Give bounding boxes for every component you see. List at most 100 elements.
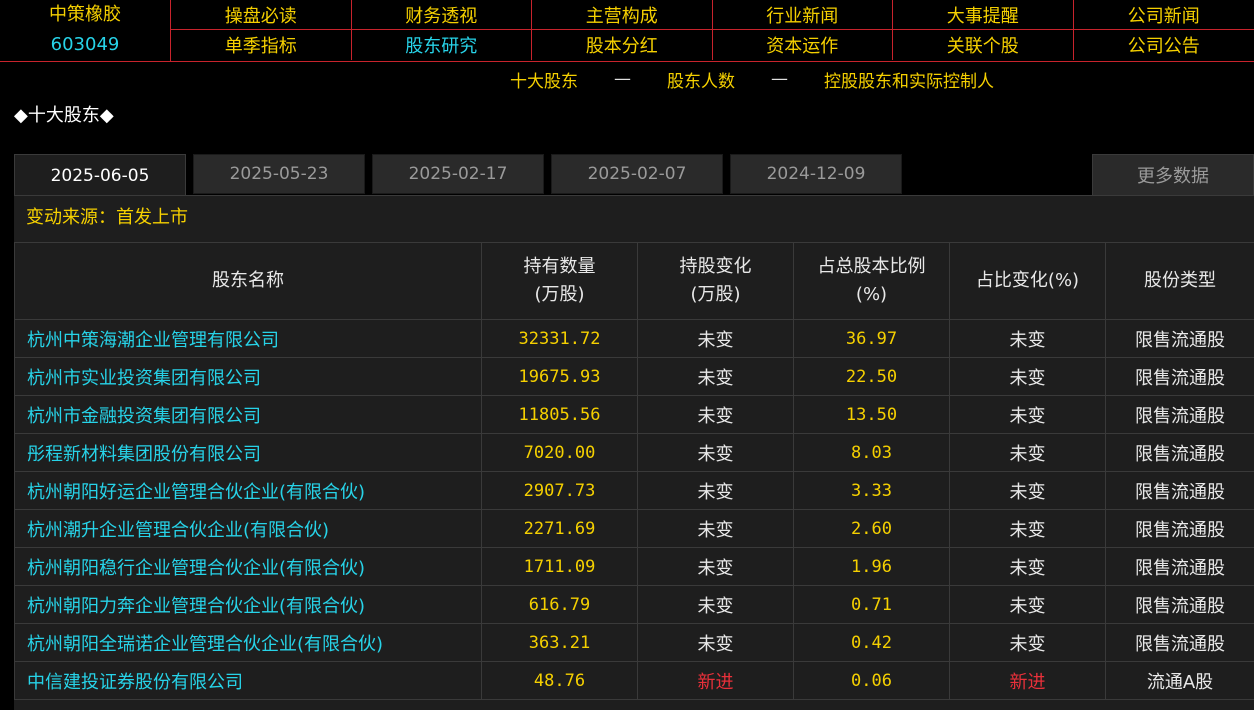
- ratio-cell: 0.71: [794, 586, 950, 624]
- nav-item[interactable]: 资本运作: [713, 30, 894, 60]
- share-type-cell: 限售流通股: [1106, 510, 1254, 548]
- date-tab[interactable]: 2025-05-23: [193, 154, 365, 194]
- shares-held-cell: 1711.09: [482, 548, 638, 586]
- column-header: 持有数量(万股): [482, 243, 638, 320]
- nav-item[interactable]: 操盘必读: [171, 0, 352, 30]
- ratio-change-cell: 未变: [950, 548, 1106, 586]
- shareholders-panel: 变动来源：首发上市 股东名称持有数量(万股)持股变化(万股)占总股本比例(%)占…: [14, 195, 1254, 710]
- table-row: 杭州市实业投资集团有限公司19675.93未变22.50未变限售流通股: [15, 358, 1254, 396]
- shareholder-name-link[interactable]: 杭州朝阳稳行企业管理合伙企业(有限合伙): [15, 548, 482, 586]
- shares-held-cell: 19675.93: [482, 358, 638, 396]
- shares-held-cell: 363.21: [482, 624, 638, 662]
- nav-item[interactable]: 股本分红: [532, 30, 713, 60]
- ratio-cell: 3.33: [794, 472, 950, 510]
- column-header-unit: (万股): [482, 281, 637, 309]
- shares-held-cell: 2907.73: [482, 472, 638, 510]
- date-tab[interactable]: 2024-12-09: [730, 154, 902, 194]
- share-type-cell: 限售流通股: [1106, 320, 1254, 358]
- nav-item[interactable]: 公司新闻: [1074, 0, 1254, 30]
- shares-held-cell: 48.76: [482, 662, 638, 700]
- share-type-cell: 限售流通股: [1106, 434, 1254, 472]
- share-change-cell: 未变: [638, 472, 794, 510]
- more-data-button[interactable]: 更多数据: [1092, 154, 1254, 196]
- table-row: 杭州朝阳力奔企业管理合伙企业(有限合伙)616.79未变0.71未变限售流通股: [15, 586, 1254, 624]
- share-change-cell: 未变: [638, 510, 794, 548]
- nav-grid: 操盘必读财务透视主营构成行业新闻大事提醒公司新闻单季指标股东研究股本分红资本运作…: [171, 0, 1254, 61]
- ratio-cell: 1.96: [794, 548, 950, 586]
- column-header: 股份类型: [1106, 243, 1254, 320]
- shareholder-name-link[interactable]: 杭州潮升企业管理合伙企业(有限合伙): [15, 510, 482, 548]
- share-type-cell: 限售流通股: [1106, 624, 1254, 662]
- ratio-change-cell: 未变: [950, 472, 1106, 510]
- subnav-separator: —: [771, 69, 788, 89]
- ratio-change-cell: 未变: [950, 624, 1106, 662]
- subnav-link[interactable]: 股东人数: [667, 67, 735, 92]
- column-header-label: 占比变化(%): [950, 267, 1105, 295]
- table-row: 杭州朝阳稳行企业管理合伙企业(有限合伙)1711.09未变1.96未变限售流通股: [15, 548, 1254, 586]
- nav-item[interactable]: 行业新闻: [713, 0, 894, 30]
- date-tab[interactable]: 2025-06-05: [14, 154, 186, 196]
- share-type-cell: 限售流通股: [1106, 548, 1254, 586]
- share-change-cell: 新进: [638, 662, 794, 700]
- shareholder-name-link[interactable]: 杭州朝阳全瑞诺企业管理合伙企业(有限合伙): [15, 624, 482, 662]
- column-header: 占总股本比例(%): [794, 243, 950, 320]
- share-type-cell: 流通A股: [1106, 662, 1254, 700]
- change-source: 变动来源：首发上市: [26, 205, 188, 231]
- ratio-cell: 2.60: [794, 510, 950, 548]
- column-header-label: 股份类型: [1106, 267, 1254, 295]
- shareholder-name-link[interactable]: 彤程新材料集团股份有限公司: [15, 434, 482, 472]
- nav-item[interactable]: 关联个股: [893, 30, 1074, 60]
- shareholder-name-link[interactable]: 杭州市金融投资集团有限公司: [15, 396, 482, 434]
- shareholder-name-link[interactable]: 中信建投证券股份有限公司: [15, 662, 482, 700]
- subnav-separator: —: [614, 69, 631, 89]
- date-tab[interactable]: 2025-02-07: [551, 154, 723, 194]
- table-row: 杭州朝阳好运企业管理合伙企业(有限合伙)2907.73未变3.33未变限售流通股: [15, 472, 1254, 510]
- share-type-cell: 限售流通股: [1106, 472, 1254, 510]
- nav-item[interactable]: 公司公告: [1074, 30, 1254, 60]
- section-title: ◆十大股东◆: [14, 104, 114, 128]
- ratio-cell: 0.06: [794, 662, 950, 700]
- shareholder-name-link[interactable]: 杭州市实业投资集团有限公司: [15, 358, 482, 396]
- ratio-cell: 22.50: [794, 358, 950, 396]
- shares-held-cell: 32331.72: [482, 320, 638, 358]
- shares-held-cell: 616.79: [482, 586, 638, 624]
- ratio-change-cell: 未变: [950, 396, 1106, 434]
- ratio-cell: 8.03: [794, 434, 950, 472]
- share-change-cell: 未变: [638, 320, 794, 358]
- shareholder-name-link[interactable]: 杭州朝阳好运企业管理合伙企业(有限合伙): [15, 472, 482, 510]
- share-type-cell: 限售流通股: [1106, 586, 1254, 624]
- subnav-link[interactable]: 控股股东和实际控制人: [824, 67, 994, 92]
- nav-item[interactable]: 股东研究: [352, 30, 533, 60]
- stock-info: 中策橡胶 603049: [0, 0, 171, 61]
- column-header: 持股变化(万股): [638, 243, 794, 320]
- nav-item[interactable]: 单季指标: [171, 30, 352, 60]
- table-header-row: 股东名称持有数量(万股)持股变化(万股)占总股本比例(%)占比变化(%)股份类型: [15, 243, 1254, 320]
- ratio-change-cell: 未变: [950, 358, 1106, 396]
- table-row: 杭州潮升企业管理合伙企业(有限合伙)2271.69未变2.60未变限售流通股: [15, 510, 1254, 548]
- date-tab[interactable]: 2025-02-17: [372, 154, 544, 194]
- nav-item[interactable]: 财务透视: [352, 0, 533, 30]
- subnav-link[interactable]: 十大股东: [510, 67, 578, 92]
- table-row: 杭州朝阳全瑞诺企业管理合伙企业(有限合伙)363.21未变0.42未变限售流通股: [15, 624, 1254, 662]
- stock-name[interactable]: 中策橡胶: [0, 3, 170, 27]
- shares-held-cell: 7020.00: [482, 434, 638, 472]
- nav-item[interactable]: 主营构成: [532, 0, 713, 30]
- column-header-unit: (%): [794, 281, 949, 309]
- stock-code: 603049: [0, 33, 170, 57]
- column-header: 股东名称: [15, 243, 482, 320]
- share-change-cell: 未变: [638, 586, 794, 624]
- nav-item[interactable]: 大事提醒: [893, 0, 1074, 30]
- ratio-change-cell: 未变: [950, 434, 1106, 472]
- shareholder-name-link[interactable]: 杭州中策海潮企业管理有限公司: [15, 320, 482, 358]
- table-body: 杭州中策海潮企业管理有限公司32331.72未变36.97未变限售流通股杭州市实…: [15, 320, 1254, 700]
- ratio-change-cell: 新进: [950, 662, 1106, 700]
- sub-navigation: 十大股东 — 股东人数 — 控股股东和实际控制人: [0, 66, 1254, 92]
- shareholder-name-link[interactable]: 杭州朝阳力奔企业管理合伙企业(有限合伙): [15, 586, 482, 624]
- shares-held-cell: 2271.69: [482, 510, 638, 548]
- top-ten-shareholders-table: 股东名称持有数量(万股)持股变化(万股)占总股本比例(%)占比变化(%)股份类型…: [14, 242, 1254, 700]
- shares-held-cell: 11805.56: [482, 396, 638, 434]
- share-change-cell: 未变: [638, 624, 794, 662]
- top-navigation: 中策橡胶 603049 操盘必读财务透视主营构成行业新闻大事提醒公司新闻单季指标…: [0, 0, 1254, 62]
- table-row: 彤程新材料集团股份有限公司7020.00未变8.03未变限售流通股: [15, 434, 1254, 472]
- share-change-cell: 未变: [638, 434, 794, 472]
